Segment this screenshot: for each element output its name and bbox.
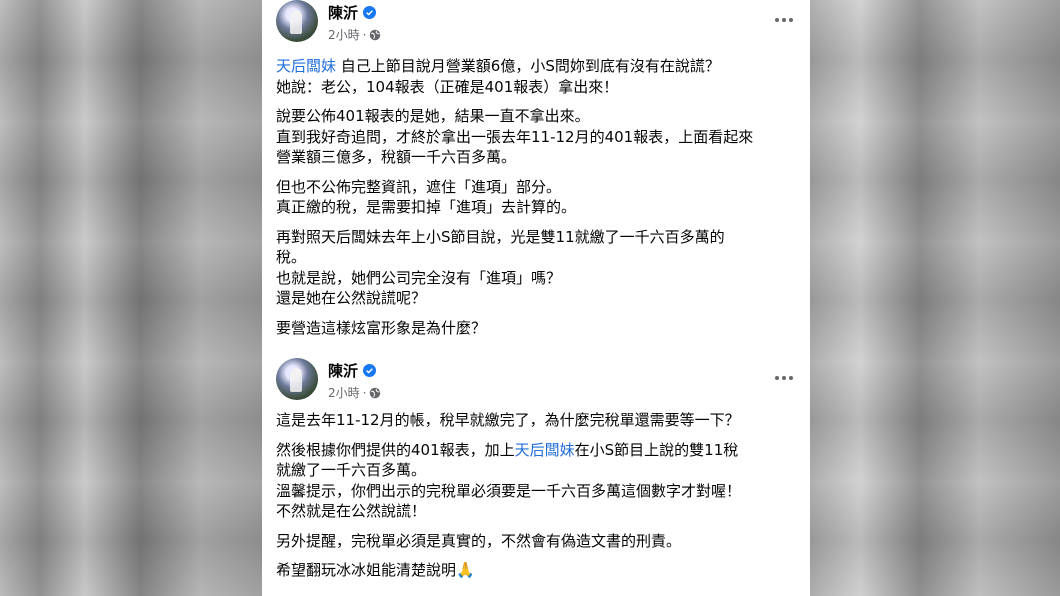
text-line: 還是她在公然說謊呢？ (276, 289, 427, 307)
text-line: 就繳了一千六百多萬。 (276, 461, 427, 479)
text-line: 但也不公佈完整資訊，遮住「進項」部分。 (276, 177, 562, 196)
paragraph-1: 天后闆妹 自己上節目說月營業額6億，小S問妳到底有沒有在說謊？ 她說：老公，104… (276, 56, 801, 97)
paragraph-2: 說要公佈401報表的是她，結果一直不拿出來。直到我好奇追問，才終於拿出一張去年1… (276, 106, 801, 168)
mention-link[interactable]: 天后闆妹 (276, 57, 336, 75)
post-card-1: 陳沂 2小時 · 天后闆妹 自己上節目說月營業額6億，小S問妳到底有沒有在說謊？… (262, 0, 810, 360)
name-row: 陳沂 (328, 2, 377, 23)
text-line: 在小S節目上說的雙11稅 (574, 440, 739, 459)
text-line: 希望翻玩冰冰姐能清楚說明 (276, 561, 457, 579)
text-line: 真正繳的稅，是需要扣掉「進項」去計算的。 (276, 198, 577, 216)
background-overlay-left (0, 0, 262, 596)
post-time[interactable]: 2小時 (328, 26, 360, 43)
text-line: 自己上節目說月營業額6億，小S問妳到底有沒有在說謊？ (336, 57, 720, 75)
meta-separator: · (362, 385, 367, 400)
text-line: 直到我好奇追問，才終於拿出一張去年11-12月的401報表，上面看起來 (276, 127, 754, 146)
name-row: 陳沂 (328, 360, 377, 381)
globe-icon[interactable] (369, 387, 381, 399)
more-options-icon[interactable] (772, 368, 796, 388)
post-time[interactable]: 2小時 (328, 384, 360, 401)
text-line: 營業額三億多，稅額一千六百多萬。 (276, 148, 517, 166)
more-options-icon[interactable] (772, 10, 796, 30)
author-name[interactable]: 陳沂 (328, 360, 358, 381)
avatar[interactable] (276, 0, 318, 42)
text-line: 也就是說，她們公司完全沒有「進項」嗎？ (276, 268, 562, 287)
text-line: 再對照天后闆妹去年上小S節目說，光是雙11就繳了一千六百多萬的 (276, 227, 725, 246)
globe-icon[interactable] (369, 29, 381, 41)
text-line: 然後根據你們提供的401報表，加上 (276, 440, 515, 459)
text-line: 這是去年11-12月的帳，稅早就繳完了，為什麼完稅單還需要等一下？ (276, 411, 740, 429)
post-meta: 2小時 · (328, 384, 381, 401)
avatar[interactable] (276, 358, 318, 400)
paragraph-3: 另外提醒，完稅單必須是真實的，不然會有偽造文書的刑責。 (276, 531, 801, 552)
paragraph-4: 希望翻玩冰冰姐能清楚說明🙏 (276, 560, 801, 581)
paragraph-4: 再對照天后闆妹去年上小S節目說，光是雙11就繳了一千六百多萬的 稅。也就是說，她們… (276, 227, 801, 309)
paragraph-3: 但也不公佈完整資訊，遮住「進項」部分。 真正繳的稅，是需要扣掉「進項」去計算的。 (276, 177, 801, 218)
text-line: 說要公佈401報表的是她，結果一直不拿出來。 (276, 107, 590, 125)
post-meta: 2小時 · (328, 26, 381, 43)
paragraph-5: 要營造這樣炫富形象是為什麼？ (276, 318, 801, 339)
mention-link[interactable]: 天后闆妹 (515, 441, 575, 459)
paragraph-1: 這是去年11-12月的帳，稅早就繳完了，為什麼完稅單還需要等一下？ (276, 410, 801, 431)
text-line: 稅。 (276, 248, 307, 266)
text-line: 要營造這樣炫富形象是為什麼？ (276, 318, 487, 337)
text-line: 不然就是在公然說謊！ (276, 502, 427, 520)
post-header: 陳沂 2小時 · (276, 358, 796, 406)
folded-hands-emoji: 🙏 (456, 561, 475, 579)
text-line: 溫馨提示，你們出示的完稅單必須要是一千六百多萬這個數字才對喔！ (276, 481, 742, 500)
meta-separator: · (362, 27, 367, 42)
author-name[interactable]: 陳沂 (328, 2, 358, 23)
paragraph-2: 然後根據你們提供的401報表，加上天后闆妹在小S節目上說的雙11稅就繳了一千六百… (276, 440, 801, 522)
verified-badge-icon (363, 364, 377, 377)
post-header: 陳沂 2小時 · (276, 0, 796, 48)
post-card-2: 陳沂 2小時 · 這是去年11-12月的帳，稅早就繳完了，為什麼完稅單還需要等一… (262, 352, 810, 596)
background-overlay-right (810, 0, 1060, 596)
post-body: 這是去年11-12月的帳，稅早就繳完了，為什麼完稅單還需要等一下？ 然後根據你們… (276, 410, 801, 590)
text-line: 她說：老公，104報表（正確是401報表）拿出來！ (276, 77, 619, 96)
post-body: 天后闆妹 自己上節目說月營業額6億，小S問妳到底有沒有在說謊？ 她說：老公，104… (276, 56, 801, 347)
verified-badge-icon (363, 6, 377, 19)
text-line: 另外提醒，完稅單必須是真實的，不然會有偽造文書的刑責。 (276, 531, 682, 550)
